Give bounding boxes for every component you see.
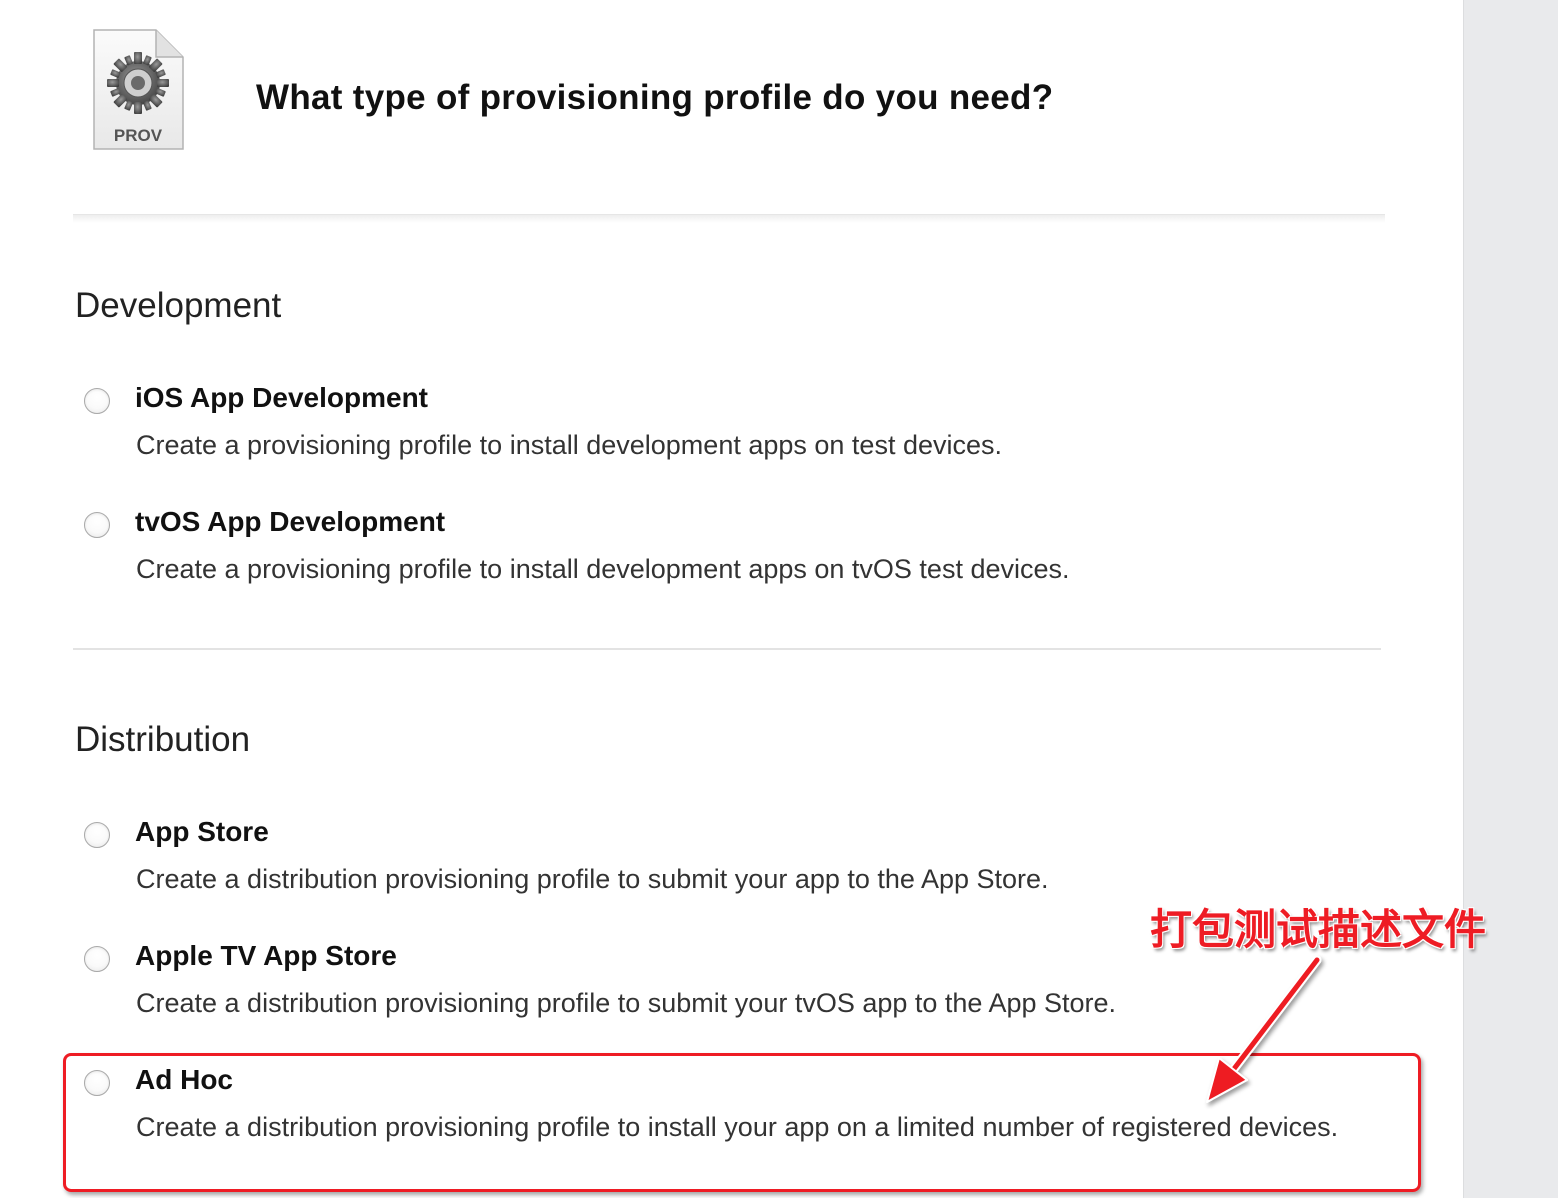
- option-description: Create a distribution provisioning profi…: [136, 1112, 1339, 1142]
- right-sidebar: [1463, 0, 1558, 1198]
- annotation-arrow-icon: [1206, 955, 1322, 1103]
- option-description: Create a distribution provisioning profi…: [136, 864, 1049, 894]
- header-divider: [73, 214, 1385, 223]
- option-description: Create a provisioning profile to install…: [136, 430, 1002, 460]
- prov-icon-label: PROV: [114, 126, 163, 145]
- radio-app-store[interactable]: [84, 822, 110, 848]
- option-title[interactable]: Ad Hoc: [135, 1064, 233, 1096]
- section-divider: [73, 648, 1381, 650]
- radio-ad-hoc[interactable]: [84, 1070, 110, 1096]
- development-heading: Development: [75, 286, 282, 325]
- option-description: Create a provisioning profile to install…: [136, 554, 1070, 584]
- distribution-heading: Distribution: [75, 720, 251, 759]
- option-title[interactable]: Apple TV App Store: [135, 940, 397, 972]
- option-title[interactable]: App Store: [135, 816, 269, 848]
- option-title[interactable]: tvOS App Development: [135, 506, 445, 538]
- provisioning-profile-file-icon: PROV: [93, 29, 184, 150]
- radio-tvos-app-development[interactable]: [84, 512, 110, 538]
- provisioning-profile-page: PROV What type of provisioning profile d…: [0, 0, 1558, 1198]
- annotation-label: 打包测试描述文件: [1150, 905, 1487, 954]
- page-title: What type of provisioning profile do you…: [256, 78, 1054, 117]
- option-title[interactable]: iOS App Development: [135, 382, 428, 414]
- radio-apple-tv-app-store[interactable]: [84, 946, 110, 972]
- radio-ios-app-development[interactable]: [84, 388, 110, 414]
